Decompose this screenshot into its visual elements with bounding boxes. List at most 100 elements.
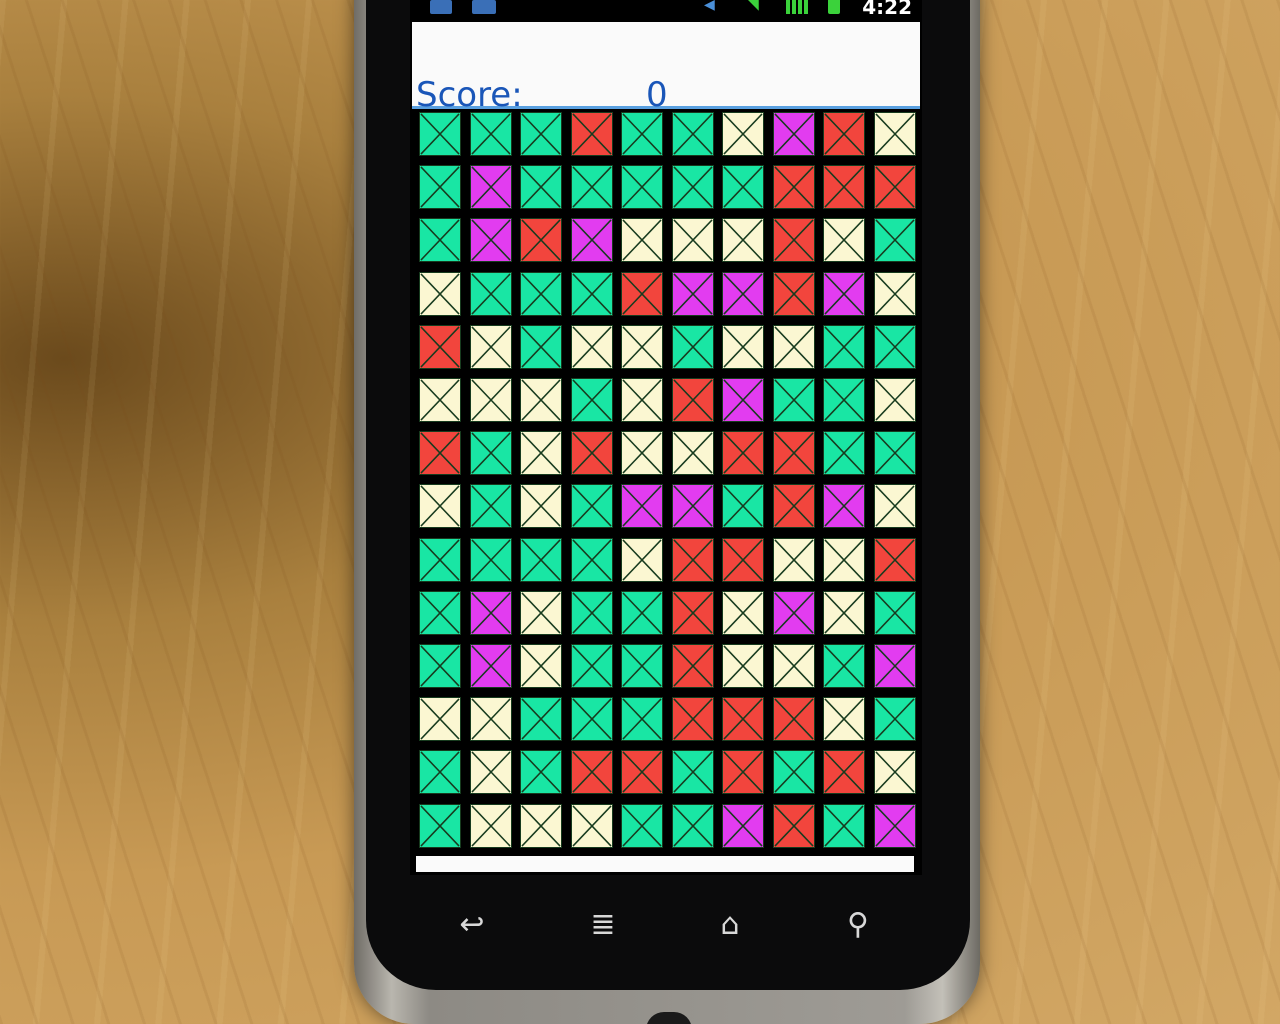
game-tile[interactable] <box>873 750 916 795</box>
game-tile[interactable] <box>722 324 764 369</box>
game-tile[interactable] <box>772 484 815 529</box>
game-tile[interactable] <box>772 537 815 582</box>
game-tile[interactable] <box>772 590 815 635</box>
game-tile[interactable] <box>772 112 815 156</box>
game-tile[interactable] <box>570 378 613 422</box>
game-tile[interactable] <box>469 590 512 635</box>
game-tile[interactable] <box>621 644 663 688</box>
game-tile[interactable] <box>520 803 562 848</box>
game-tile[interactable] <box>419 165 461 210</box>
game-tile[interactable] <box>570 644 613 688</box>
game-tile[interactable] <box>823 378 865 422</box>
game-tile[interactable] <box>570 484 613 529</box>
game-tile[interactable] <box>772 324 815 369</box>
game-tile[interactable] <box>772 165 815 210</box>
game-tile[interactable] <box>570 750 613 795</box>
game-tile[interactable] <box>671 271 714 316</box>
game-tile[interactable] <box>823 484 865 529</box>
game-tile[interactable] <box>570 537 613 582</box>
game-tile[interactable] <box>469 484 512 529</box>
game-tile[interactable] <box>419 378 461 422</box>
game-tile[interactable] <box>722 112 764 156</box>
game-tile[interactable] <box>823 537 865 582</box>
game-tile[interactable] <box>469 803 512 848</box>
game-tile[interactable] <box>469 697 512 742</box>
game-tile[interactable] <box>570 112 613 156</box>
game-tile[interactable] <box>520 165 562 210</box>
game-tile[interactable] <box>419 750 461 795</box>
game-tile[interactable] <box>621 165 663 210</box>
game-tile[interactable] <box>873 218 916 263</box>
game-tile[interactable] <box>469 537 512 582</box>
game-tile[interactable] <box>873 378 916 422</box>
game-tile[interactable] <box>873 644 916 688</box>
game-tile[interactable] <box>419 697 461 742</box>
game-tile[interactable] <box>671 750 714 795</box>
game-tile[interactable] <box>520 218 562 263</box>
game-tile[interactable] <box>520 484 562 529</box>
game-tile[interactable] <box>671 537 714 582</box>
game-tile[interactable] <box>823 165 865 210</box>
game-tile[interactable] <box>621 218 663 263</box>
game-tile[interactable] <box>520 431 562 476</box>
game-tile[interactable] <box>671 644 714 688</box>
game-tile[interactable] <box>520 644 562 688</box>
game-tile[interactable] <box>621 537 663 582</box>
game-tile[interactable] <box>722 644 764 688</box>
game-tile[interactable] <box>671 484 714 529</box>
game-tile[interactable] <box>570 165 613 210</box>
game-tile[interactable] <box>570 271 613 316</box>
menu-icon[interactable]: ≣ <box>583 900 623 950</box>
game-tile[interactable] <box>671 431 714 476</box>
game-tile[interactable] <box>873 697 916 742</box>
game-tile[interactable] <box>621 112 663 156</box>
game-tile[interactable] <box>570 218 613 263</box>
game-tile[interactable] <box>823 750 865 795</box>
game-tile[interactable] <box>722 590 764 635</box>
game-tile[interactable] <box>520 324 562 369</box>
game-tile[interactable] <box>671 378 714 422</box>
game-tile[interactable] <box>722 218 764 263</box>
game-tile[interactable] <box>621 431 663 476</box>
game-tile[interactable] <box>621 484 663 529</box>
game-tile[interactable] <box>671 590 714 635</box>
game-tile[interactable] <box>671 218 714 263</box>
game-tile[interactable] <box>823 112 865 156</box>
game-tile[interactable] <box>772 378 815 422</box>
game-tile[interactable] <box>419 644 461 688</box>
game-tile[interactable] <box>469 644 512 688</box>
game-tile[interactable] <box>419 484 461 529</box>
game-tile[interactable] <box>520 271 562 316</box>
game-tile[interactable] <box>570 590 613 635</box>
home-icon[interactable]: ⌂ <box>710 900 750 950</box>
game-tile[interactable] <box>722 803 764 848</box>
game-tile[interactable] <box>873 590 916 635</box>
game-tile[interactable] <box>469 324 512 369</box>
game-tile[interactable] <box>520 537 562 582</box>
game-tile[interactable] <box>419 271 461 316</box>
game-tile[interactable] <box>419 324 461 369</box>
game-tile[interactable] <box>469 112 512 156</box>
game-tile[interactable] <box>419 537 461 582</box>
game-tile[interactable] <box>772 431 815 476</box>
game-tile[interactable] <box>823 590 865 635</box>
game-tile[interactable] <box>621 697 663 742</box>
game-tile[interactable] <box>823 431 865 476</box>
game-tile[interactable] <box>419 431 461 476</box>
game-tile[interactable] <box>722 697 764 742</box>
game-tile[interactable] <box>873 112 916 156</box>
game-tile[interactable] <box>621 803 663 848</box>
game-tile[interactable] <box>469 378 512 422</box>
game-tile[interactable] <box>419 590 461 635</box>
game-tile[interactable] <box>469 271 512 316</box>
game-tile[interactable] <box>621 324 663 369</box>
game-tile[interactable] <box>419 112 461 156</box>
game-tile[interactable] <box>570 697 613 742</box>
game-tile[interactable] <box>772 644 815 688</box>
game-tile[interactable] <box>671 165 714 210</box>
game-tile[interactable] <box>722 484 764 529</box>
game-tile[interactable] <box>772 218 815 263</box>
game-tile[interactable] <box>722 378 764 422</box>
game-tile[interactable] <box>419 218 461 263</box>
game-tile[interactable] <box>469 165 512 210</box>
